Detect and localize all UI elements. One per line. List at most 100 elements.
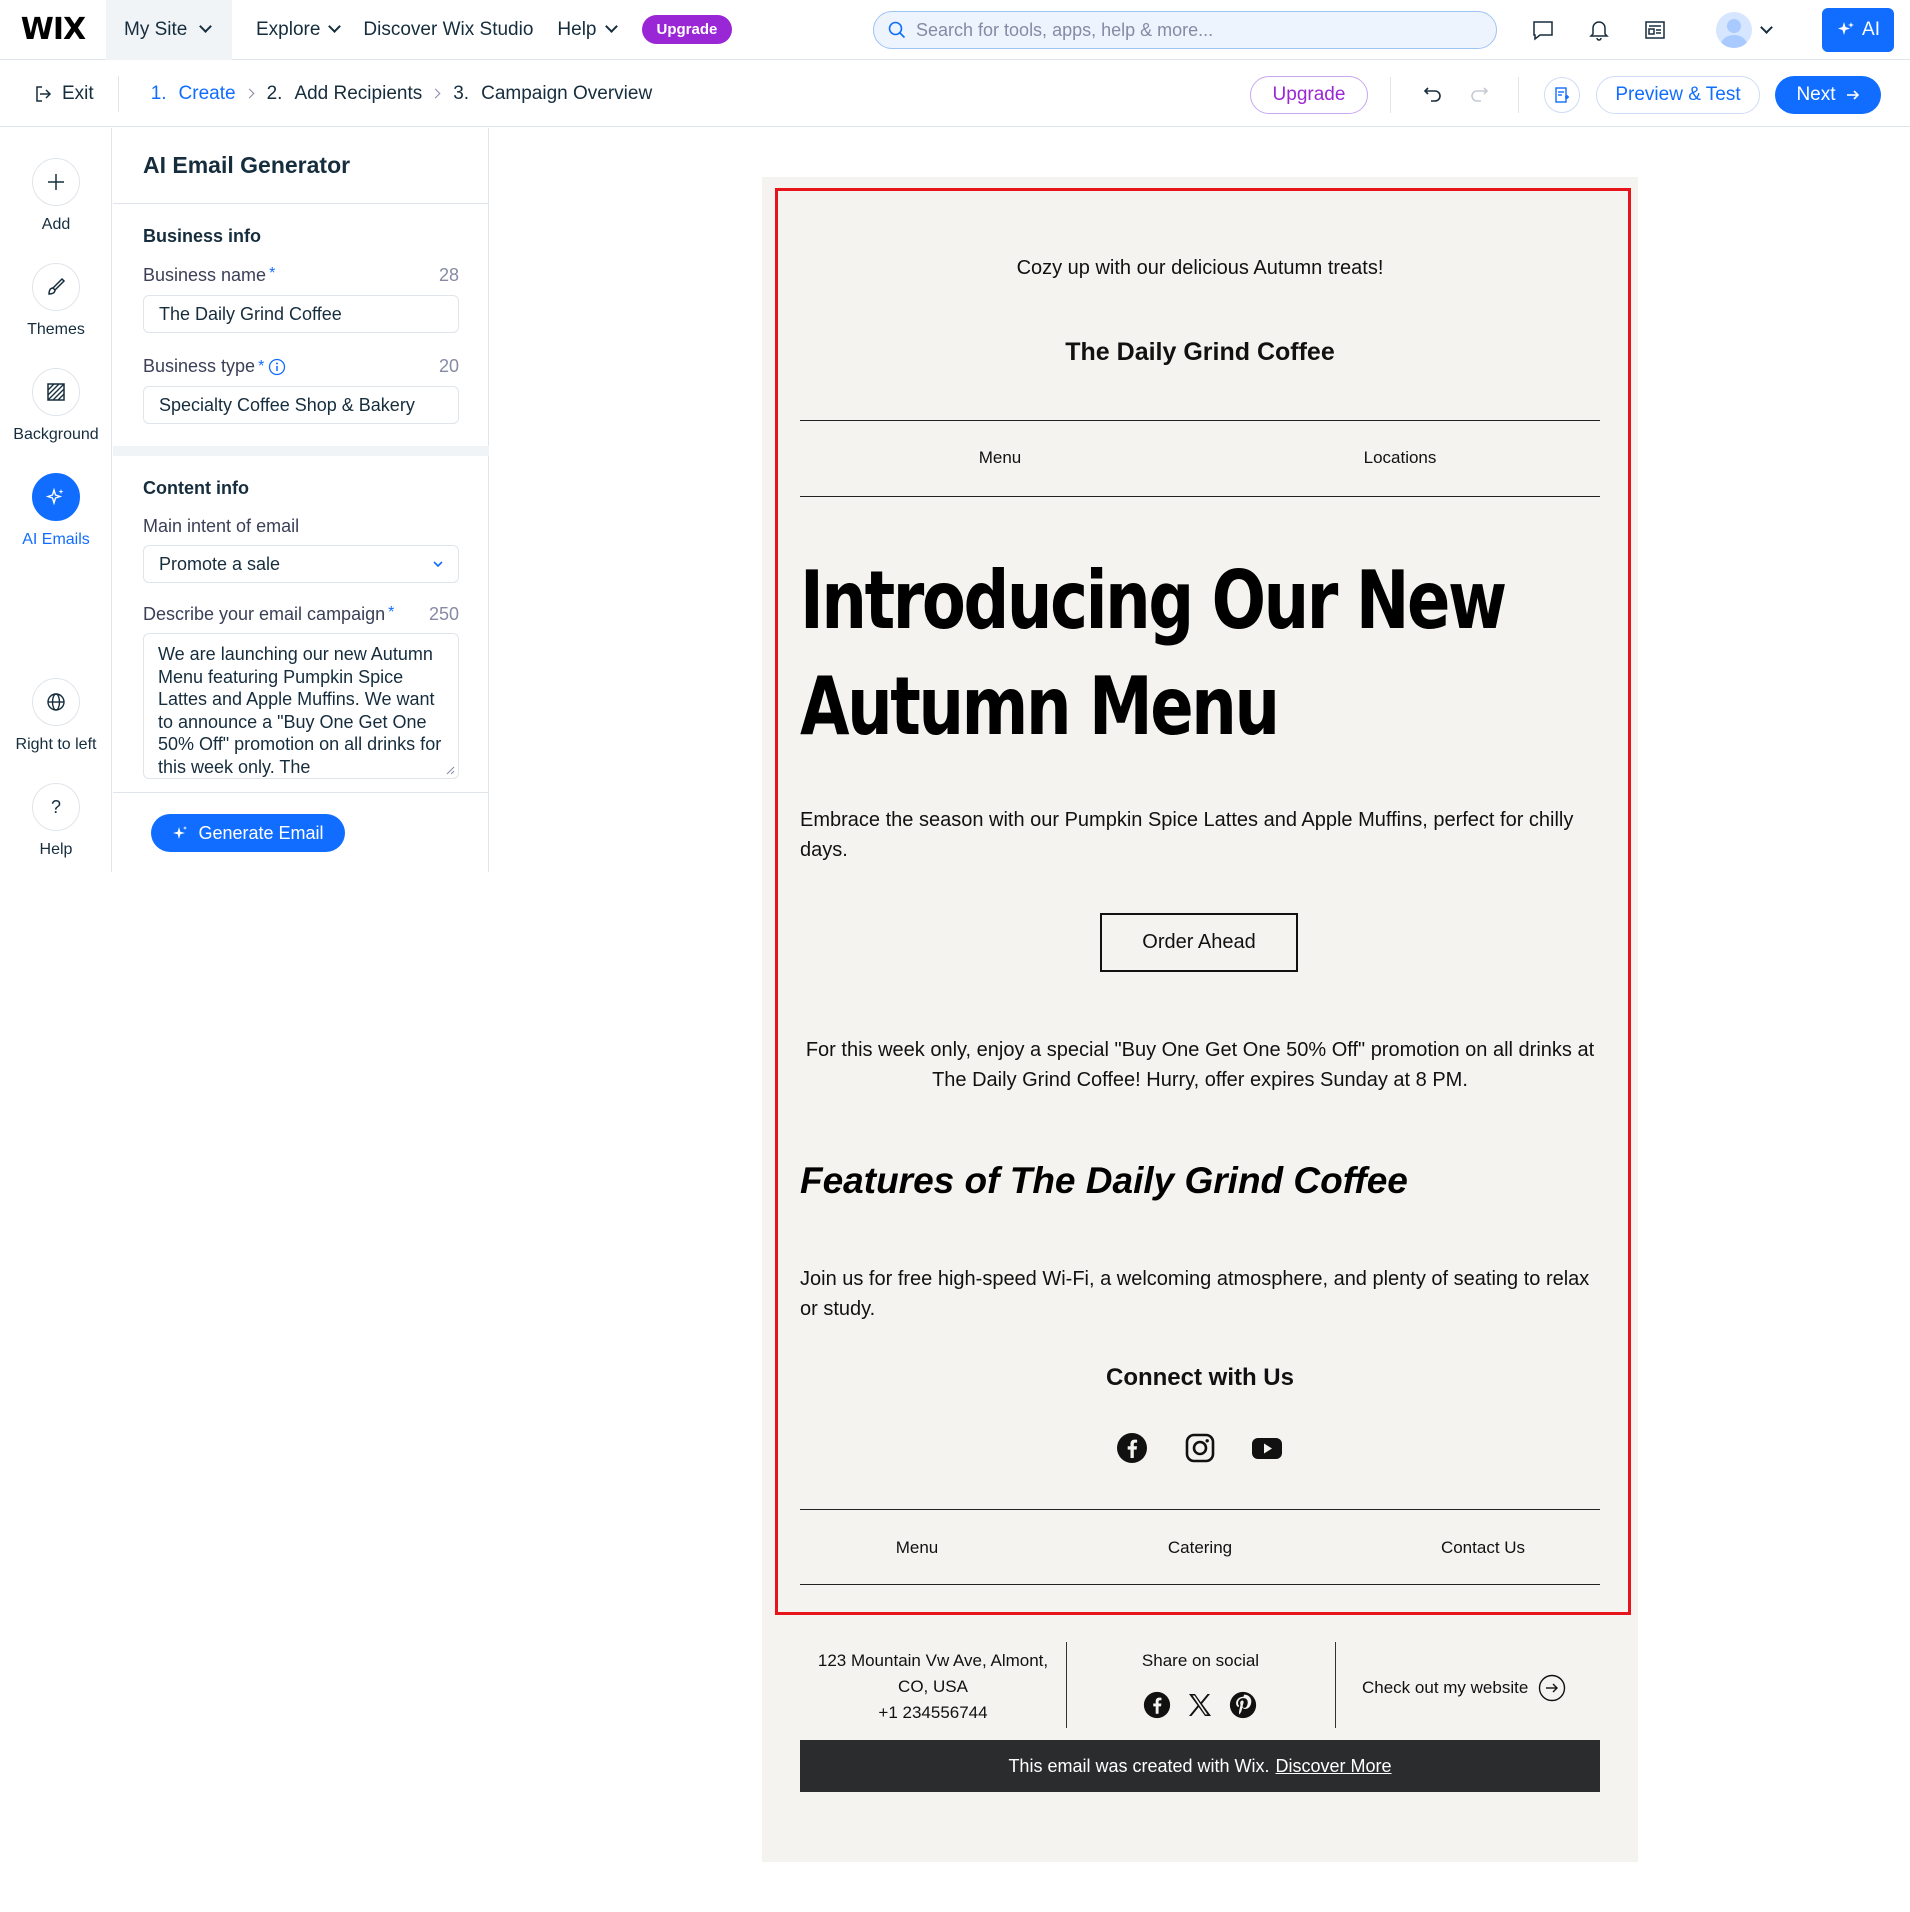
nav-discover-wix-studio[interactable]: Discover Wix Studio bbox=[363, 19, 533, 41]
campaign-description-text: We are launching our new Autumn Menu fea… bbox=[158, 644, 442, 777]
rail-add[interactable]: Add bbox=[0, 158, 112, 234]
preheader-text[interactable]: Cozy up with our delicious Autumn treats… bbox=[800, 257, 1600, 280]
bottom-nav-contact-link[interactable]: Contact Us bbox=[1366, 1538, 1600, 1558]
char-count: 20 bbox=[438, 356, 459, 376]
required-asterisk: * bbox=[269, 265, 276, 282]
step-label: Campaign Overview bbox=[481, 82, 653, 104]
sparkle-icon bbox=[173, 826, 188, 839]
rail-ai-emails[interactable]: AI Emails bbox=[0, 473, 112, 549]
upgrade-button[interactable]: Upgrade bbox=[1250, 76, 1368, 114]
address-line-2: CO, USA bbox=[898, 1677, 968, 1696]
intent-value: Promote a sale bbox=[159, 553, 281, 574]
chevron-down-icon bbox=[604, 20, 618, 33]
redo-icon[interactable] bbox=[1468, 82, 1490, 109]
wix-footer-bar: This email was created with Wix. Discove… bbox=[800, 1740, 1600, 1792]
business-name-input[interactable]: The Daily Grind Coffee bbox=[143, 295, 459, 333]
business-type-input[interactable]: Specialty Coffee Shop & Bakery bbox=[143, 386, 459, 424]
divider bbox=[1335, 1642, 1336, 1728]
my-site-label: My Site bbox=[124, 18, 188, 40]
rail-background[interactable]: Background bbox=[0, 368, 112, 444]
top-nav-locations-link[interactable]: Locations bbox=[1200, 448, 1600, 468]
resize-handle-icon[interactable] bbox=[445, 765, 455, 775]
discover-more-link[interactable]: Discover More bbox=[1276, 1756, 1392, 1777]
account-menu[interactable] bbox=[1716, 12, 1773, 48]
x-icon[interactable] bbox=[1187, 1692, 1213, 1718]
search-icon bbox=[888, 21, 906, 39]
step-number: 2. bbox=[266, 82, 283, 104]
chevron-right-icon bbox=[244, 88, 255, 99]
nav-help-label: Help bbox=[557, 18, 597, 40]
bottom-nav-menu-link[interactable]: Menu bbox=[800, 1538, 1034, 1558]
rail-right-to-left[interactable]: Right to left bbox=[0, 678, 112, 754]
next-label: Next bbox=[1796, 84, 1836, 105]
instagram-icon[interactable] bbox=[1184, 1432, 1216, 1464]
website-link[interactable]: Check out my website bbox=[1362, 1674, 1566, 1702]
wix-logo[interactable]: WIX bbox=[0, 0, 106, 60]
step-number: 3. bbox=[453, 82, 470, 104]
rail-help[interactable]: ? Help bbox=[0, 783, 112, 859]
chevron-down-icon bbox=[328, 20, 342, 33]
char-count: 250 bbox=[428, 604, 459, 624]
chevron-down-icon bbox=[1760, 20, 1773, 34]
describe-label-row: Describe your email campaign * 250 bbox=[143, 604, 459, 625]
top-nav-menu-link[interactable]: Menu bbox=[800, 448, 1200, 468]
next-button[interactable]: Next bbox=[1775, 76, 1881, 114]
promo-paragraph[interactable]: For this week only, enjoy a special "Buy… bbox=[800, 1035, 1600, 1095]
plus-icon bbox=[32, 158, 80, 206]
exit-label: Exit bbox=[62, 82, 94, 104]
step-number: 1. bbox=[150, 82, 167, 104]
ai-button[interactable]: AI bbox=[1822, 8, 1894, 52]
wix-footer-note: This email was created with Wix. bbox=[1008, 1755, 1270, 1776]
generate-email-button[interactable]: Generate Email bbox=[151, 814, 345, 852]
inbox-icon[interactable] bbox=[1642, 17, 1668, 43]
exit-button[interactable]: Exit bbox=[34, 83, 94, 105]
divider bbox=[800, 1584, 1600, 1585]
chat-icon[interactable] bbox=[1530, 17, 1556, 43]
search-input[interactable]: Search for tools, apps, help & more... bbox=[873, 11, 1497, 49]
upgrade-pill-button[interactable]: Upgrade bbox=[641, 15, 733, 44]
step-campaign-overview[interactable]: 3. Campaign Overview bbox=[453, 83, 652, 105]
facebook-icon[interactable] bbox=[1116, 1432, 1148, 1464]
nav-explore[interactable]: Explore bbox=[256, 19, 342, 41]
save-template-icon[interactable] bbox=[1544, 77, 1580, 113]
order-ahead-button[interactable]: Order Ahead bbox=[1100, 913, 1298, 972]
arrow-circle-right-icon bbox=[1539, 1674, 1566, 1702]
undo-icon[interactable] bbox=[1422, 82, 1444, 109]
step-label: Add Recipients bbox=[294, 82, 423, 104]
rail-label: Background bbox=[13, 426, 99, 443]
intro-paragraph[interactable]: Embrace the season with our Pumpkin Spic… bbox=[800, 805, 1600, 865]
divider bbox=[800, 420, 1600, 421]
info-icon[interactable] bbox=[268, 358, 286, 376]
arrow-right-icon bbox=[1846, 90, 1859, 100]
intent-select[interactable]: Promote a sale bbox=[143, 545, 459, 583]
nav-help[interactable]: Help bbox=[557, 18, 618, 41]
features-heading[interactable]: Features of The Daily Grind Coffee bbox=[800, 1160, 1408, 1202]
connect-heading[interactable]: Connect with Us bbox=[800, 1364, 1600, 1392]
background-pattern-icon bbox=[32, 368, 80, 416]
facebook-icon[interactable] bbox=[1143, 1691, 1171, 1719]
avatar bbox=[1716, 12, 1752, 48]
business-name-label: Business name bbox=[143, 265, 267, 285]
brush-icon bbox=[32, 263, 80, 311]
step-create[interactable]: 1. Create bbox=[151, 83, 236, 105]
pinterest-icon[interactable] bbox=[1229, 1691, 1257, 1719]
youtube-icon[interactable] bbox=[1251, 1432, 1283, 1464]
features-paragraph[interactable]: Join us for free high-speed Wi-Fi, a wel… bbox=[800, 1264, 1600, 1324]
preview-test-button[interactable]: Preview & Test bbox=[1596, 76, 1760, 114]
divider bbox=[113, 792, 489, 793]
brand-name[interactable]: The Daily Grind Coffee bbox=[800, 338, 1600, 367]
rail-label: Themes bbox=[27, 321, 85, 338]
rail-themes[interactable]: Themes bbox=[0, 263, 112, 339]
business-type-label: Business type bbox=[143, 356, 256, 376]
bell-icon[interactable] bbox=[1586, 17, 1612, 43]
step-add-recipients[interactable]: 2. Add Recipients bbox=[267, 83, 423, 105]
email-headline[interactable]: Introducing Our New Autumn Menu bbox=[800, 548, 1600, 760]
campaign-description-textarea[interactable]: We are launching our new Autumn Menu fea… bbox=[143, 633, 459, 779]
footer-address: 123 Mountain Vw Ave, Almont, CO, USA +1 … bbox=[800, 1648, 1066, 1726]
ai-button-label: AI bbox=[1862, 19, 1880, 40]
required-asterisk: * bbox=[258, 357, 265, 375]
my-site-menu[interactable]: My Site bbox=[106, 0, 232, 60]
section-divider bbox=[113, 446, 489, 456]
bottom-nav-catering-link[interactable]: Catering bbox=[1083, 1538, 1317, 1558]
content-info-heading: Content info bbox=[143, 478, 249, 498]
